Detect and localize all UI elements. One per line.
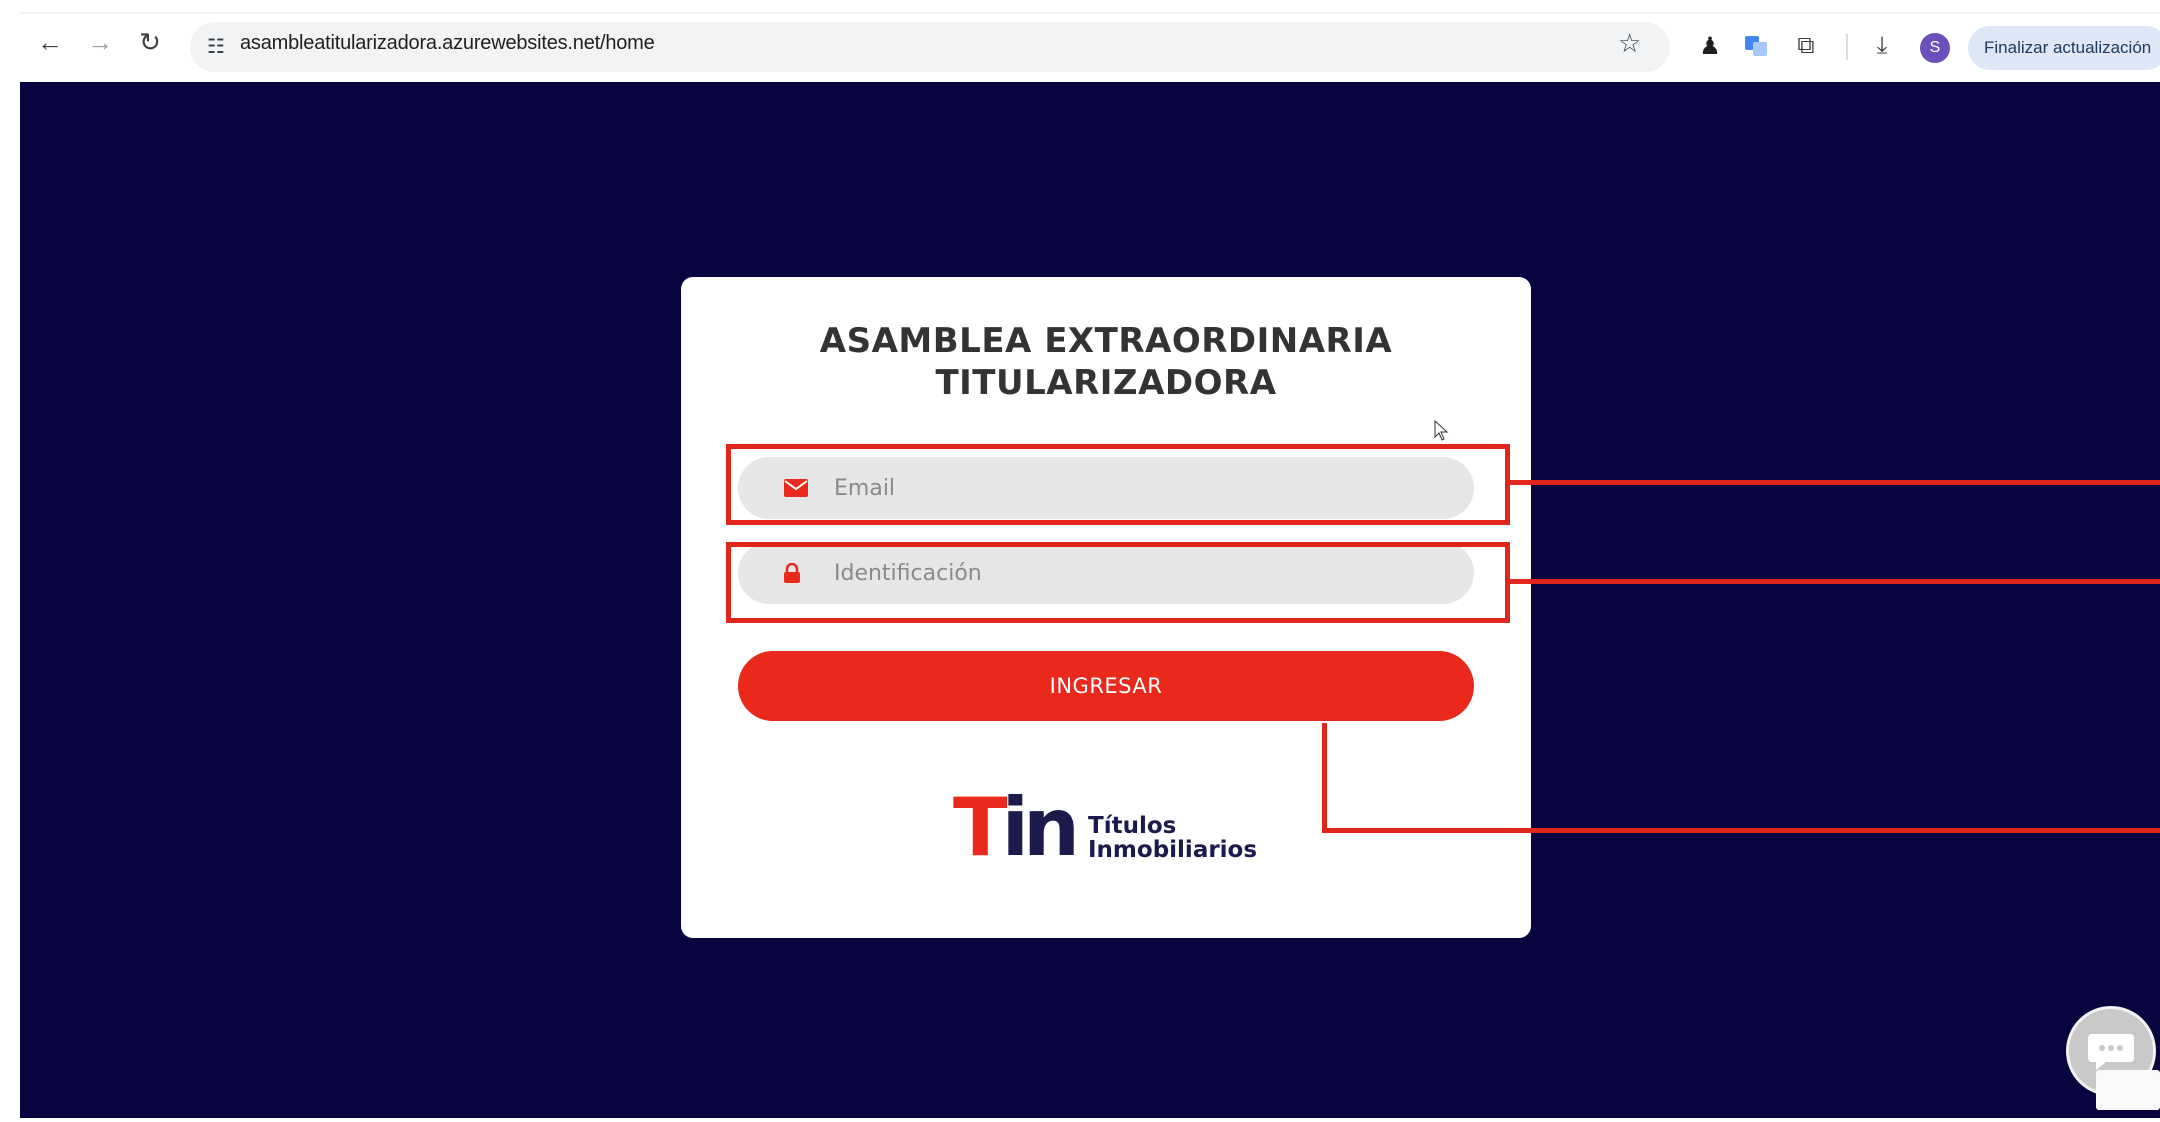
url-text[interactable]: asambleatitularizadora.azurewebsites.net… bbox=[240, 32, 655, 55]
screen: ← → ↻ ☷ asambleatitularizadora.azurewebs… bbox=[0, 0, 2160, 1122]
toolbar-divider bbox=[1846, 34, 1848, 60]
reload-icon[interactable]: ↻ bbox=[130, 22, 170, 62]
finish-update-button[interactable]: Finalizar actualización bbox=[1968, 26, 2160, 70]
site-info-icon[interactable]: ☷ bbox=[198, 28, 234, 64]
extensions-puzzle-icon[interactable]: ⧉ bbox=[1790, 30, 1822, 62]
identification-highlight-box bbox=[726, 542, 1510, 623]
button-callout-line-horizontal bbox=[1322, 828, 2160, 833]
identification-callout-line bbox=[1510, 579, 2160, 584]
brand-line-2: Inmobiliarios bbox=[1088, 837, 1258, 863]
back-arrow-icon[interactable]: ← bbox=[30, 22, 70, 62]
tin-logo: Tin Títulos Inmobiliarios bbox=[953, 788, 1273, 868]
translate-extension-icon[interactable] bbox=[1740, 30, 1772, 62]
profile-avatar[interactable]: S bbox=[1920, 33, 1950, 63]
login-title: ASAMBLEA EXTRAORDINARIA TITULARIZADORA bbox=[681, 320, 1531, 404]
tin-logo-mark: Tin bbox=[953, 781, 1080, 874]
title-line-1: ASAMBLEA EXTRAORDINARIA bbox=[819, 321, 1393, 361]
ingresar-button[interactable]: INGRESAR bbox=[738, 651, 1474, 721]
mouse-cursor-icon bbox=[1434, 420, 1449, 441]
extension-puzzle-dark-icon[interactable]: ♟ bbox=[1694, 30, 1726, 62]
brand-line-1: Títulos bbox=[1088, 813, 1177, 839]
recaptcha-badge[interactable] bbox=[2096, 1070, 2160, 1110]
email-highlight-box bbox=[726, 444, 1510, 525]
title-line-2: TITULARIZADORA bbox=[935, 363, 1277, 403]
tin-logo-text: Títulos Inmobiliarios bbox=[1088, 814, 1257, 862]
email-callout-line bbox=[1510, 480, 2160, 485]
page-bottom-edge bbox=[20, 1118, 2160, 1122]
bookmark-star-icon[interactable]: ☆ bbox=[1618, 28, 1641, 59]
download-icon[interactable]: ⤓ bbox=[1866, 30, 1898, 62]
forward-arrow-icon[interactable]: → bbox=[80, 22, 120, 62]
button-callout-line-vertical bbox=[1322, 723, 1327, 833]
